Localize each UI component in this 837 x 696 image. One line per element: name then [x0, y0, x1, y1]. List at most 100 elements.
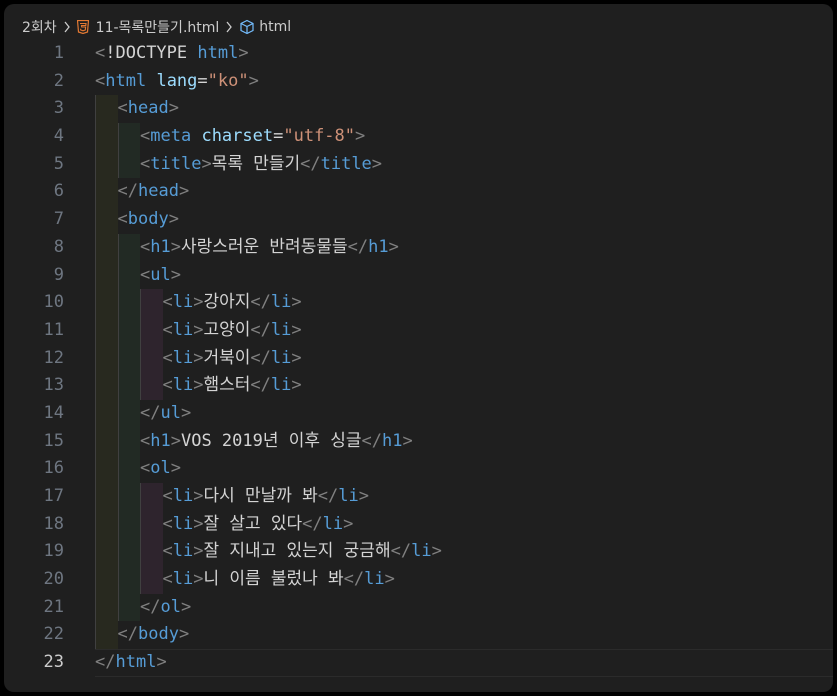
code-token: <	[140, 430, 151, 451]
code-token: =	[197, 70, 208, 91]
code-token: li	[270, 292, 292, 313]
code-token: >	[402, 430, 413, 451]
code-line[interactable]: 7 <body>	[4, 206, 833, 234]
code-token: </	[302, 513, 323, 534]
code-line[interactable]: 14 </ul>	[4, 399, 833, 428]
code-line[interactable]: 21 </ol>	[4, 593, 833, 622]
indent-guide	[117, 123, 140, 151]
code-line[interactable]: 5 <title>목록 만들기</title>	[4, 150, 833, 179]
code-token: </	[140, 596, 161, 617]
breadcrumb: 2회차 11-목록만들기.html html	[4, 14, 833, 40]
code-token: <	[162, 319, 173, 340]
code-token: <	[162, 569, 173, 590]
indent-guide	[117, 150, 140, 179]
code-line[interactable]: 2 <html lang="ko">	[4, 68, 833, 96]
line-number: 9	[53, 264, 64, 285]
code-token: >	[193, 486, 204, 506]
code-line[interactable]: 11 <li>고양이</li>	[4, 316, 833, 345]
code-line[interactable]: 22 </body>	[4, 621, 833, 650]
line-content: <li>햄스터</li>	[95, 372, 302, 400]
chevron-right-icon	[225, 21, 233, 33]
code-token: li	[322, 513, 344, 534]
code-line[interactable]: 10 <li>강아지</li>	[4, 289, 833, 317]
code-token: <	[140, 458, 151, 479]
code-line[interactable]: 17 <li>다시 만날까 봐</li>	[4, 483, 833, 511]
code-token: >	[193, 319, 204, 340]
indent-guide	[140, 483, 163, 511]
code-token: >	[168, 98, 179, 119]
indent-guide	[117, 289, 140, 317]
code-token: li	[172, 541, 194, 562]
breadcrumb-folder[interactable]: 2회차	[22, 17, 57, 37]
breadcrumb-symbol[interactable]: html	[259, 19, 291, 35]
indent-guide	[95, 483, 118, 511]
code-token: meta	[150, 126, 192, 147]
code-line[interactable]: 3 <head>	[4, 95, 833, 124]
line-number: 18	[43, 513, 64, 534]
indent-guide	[117, 316, 140, 345]
indent-guide	[117, 344, 140, 373]
line-content: <body>	[95, 206, 179, 234]
indent-guide	[95, 178, 118, 207]
code-line[interactable]: 9 <ul>	[4, 261, 833, 290]
line-content: <h1>VOS 2019년 이후 싱글</h1>	[95, 427, 413, 456]
code-token: li	[172, 347, 194, 368]
line-content: <li>고양이</li>	[95, 316, 302, 345]
line-number: 10	[43, 292, 64, 313]
line-number: 21	[43, 596, 64, 617]
code-token: 다시 만날까 봐	[203, 486, 318, 506]
indent-guide	[140, 372, 163, 400]
code-token: <	[162, 375, 173, 396]
code-line[interactable]: 20 <li>니 이름 불렀나 봐</li>	[4, 566, 833, 594]
line-content: <li>잘 지내고 있는지 궁금해</li>	[95, 538, 442, 567]
line-content: <ul>	[95, 261, 181, 290]
code-line[interactable]: 16 <ol>	[4, 455, 833, 483]
code-token: </	[95, 652, 116, 673]
code-line[interactable]: 19 <li>잘 지내고 있는지 궁금해</li>	[4, 538, 833, 567]
code-line[interactable]: 15 <h1>VOS 2019년 이후 싱글</h1>	[4, 427, 833, 456]
code-token: title	[320, 153, 372, 174]
code-line[interactable]: 18 <li>잘 살고 있다</li>	[4, 510, 833, 539]
code-token: >	[248, 70, 259, 91]
code-token: 거북이	[203, 347, 251, 368]
indent-guide	[95, 206, 118, 234]
code-line[interactable]: 8 <h1>사랑스러운 반려동물들</h1>	[4, 233, 833, 262]
line-number: 2	[53, 70, 64, 91]
code-token: "ko"	[207, 70, 249, 91]
line-number: 4	[53, 126, 64, 147]
code-token: >	[193, 513, 204, 534]
code-line[interactable]: 4 <meta charset="utf-8">	[4, 123, 833, 151]
code-token: <	[162, 292, 173, 313]
breadcrumb-file[interactable]: 11-목록만들기.html	[96, 17, 220, 37]
line-content: <li>강아지</li>	[95, 289, 302, 317]
code-token: >	[193, 375, 204, 396]
indent-guide	[117, 261, 140, 290]
code-token: VOS 2019년 이후 싱글	[180, 430, 362, 451]
indent-guide	[140, 510, 163, 539]
code-line[interactable]: 12 <li>거북이</li>	[4, 344, 833, 373]
indent-guide	[140, 538, 163, 567]
code-token: >	[180, 402, 192, 423]
code-token: </	[343, 569, 365, 590]
line-number: 22	[43, 624, 64, 645]
line-content: </ul>	[95, 399, 192, 428]
code-token: li	[270, 375, 292, 396]
line-content: <ol>	[95, 455, 181, 483]
code-token: >	[170, 264, 181, 285]
code-token: >	[193, 541, 204, 562]
code-editor[interactable]: 1 <!DOCTYPE html> 2 <html lang="ko"> 3 <head>…	[4, 40, 833, 692]
code-line[interactable]: 6 </head>	[4, 178, 833, 207]
code-token: >	[291, 319, 302, 340]
indent-guide	[140, 344, 163, 373]
code-token: 햄스터	[203, 375, 251, 396]
code-token: >	[156, 652, 167, 673]
code-line[interactable]: 13 <li>햄스터</li>	[4, 372, 833, 400]
code-token: <	[140, 153, 151, 174]
indent-guide	[117, 427, 140, 456]
code-line[interactable]: 23 </html>	[4, 649, 833, 677]
indent-guide	[117, 455, 140, 483]
code-line[interactable]: 1 <!DOCTYPE html>	[4, 40, 833, 68]
code-token: <	[162, 513, 173, 534]
line-content: <!DOCTYPE html>	[95, 40, 249, 68]
